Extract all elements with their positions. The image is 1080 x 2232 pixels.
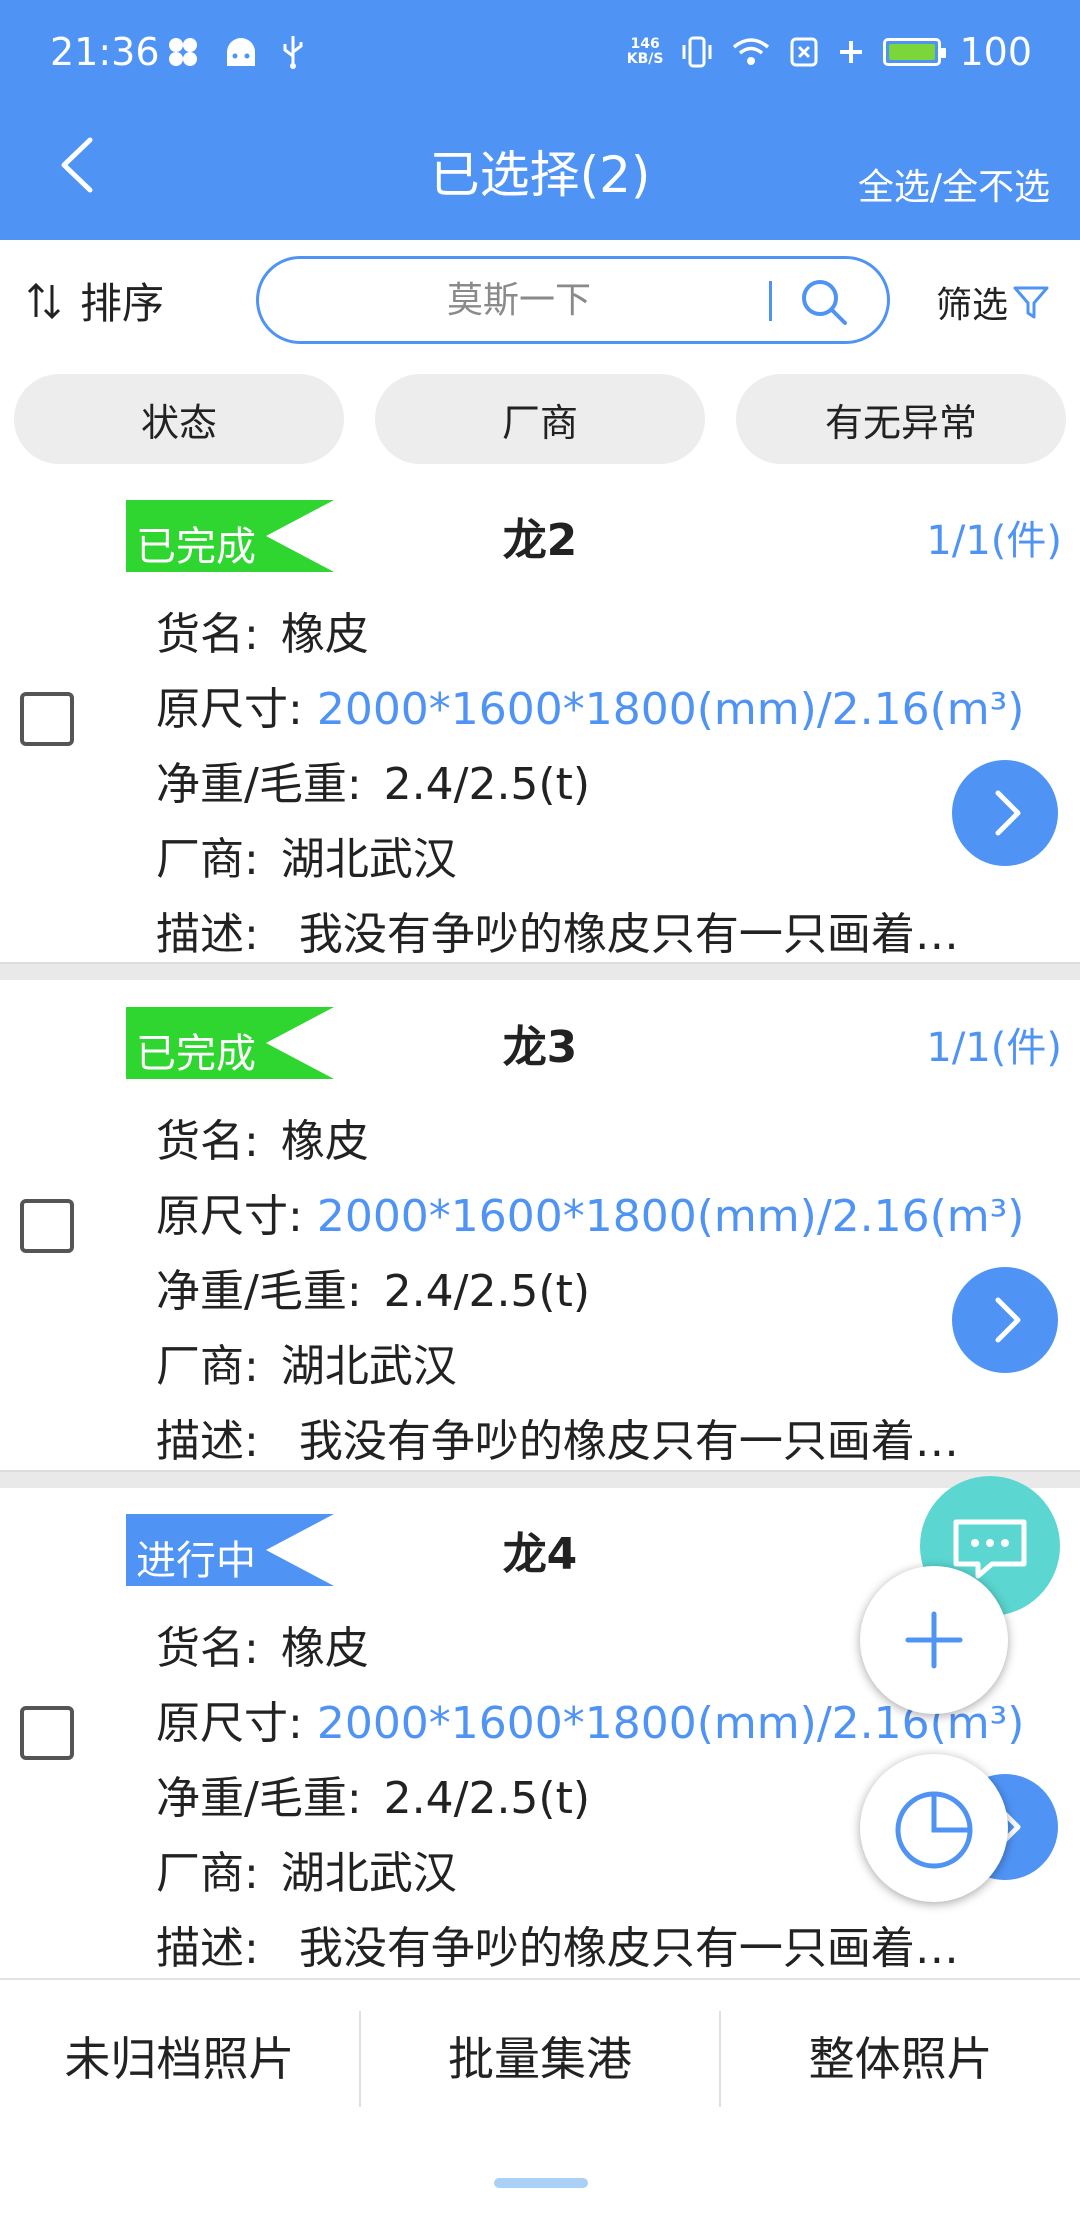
select-checkbox[interactable] — [20, 1199, 74, 1253]
piece-count: 1/1(件) — [926, 1025, 1062, 1071]
vendor-row: 厂商: 湖北武汉 — [156, 1848, 457, 1899]
status-right-icons: 146 KB/S 100 — [627, 30, 1032, 74]
vendor-row: 厂商: 湖北武汉 — [156, 1341, 457, 1392]
detail-button[interactable] — [952, 1267, 1058, 1373]
goods-row: 货名: 橡皮 — [156, 1623, 369, 1674]
android-icon — [227, 38, 255, 66]
chevron-right-icon — [995, 790, 1021, 836]
goods-row: 货名: 橡皮 — [156, 1116, 369, 1167]
vibrate-icon — [682, 36, 712, 68]
card-divider — [0, 1470, 1080, 1488]
chip-abnormal[interactable]: 有无异常 — [736, 374, 1066, 464]
plus-icon — [905, 1611, 963, 1669]
weight-row: 净重/毛重: 2.4/2.5(t) — [156, 1773, 591, 1824]
filter-chips: 状态 厂商 有无异常 — [14, 374, 1066, 464]
search-input[interactable] — [289, 275, 749, 325]
desc-row: 描述:我没有争吵的橡皮只有一只画着小红花的铅笔 — [156, 1416, 999, 1467]
cargo-card[interactable]: 已完成 龙3 1/1(件) 货名: 橡皮 原尺寸: 2000*1600*1800(… — [0, 993, 1080, 1491]
detail-button[interactable] — [952, 760, 1058, 866]
weight-row: 净重/毛重: 2.4/2.5(t) — [156, 759, 591, 810]
card-divider — [0, 962, 1080, 980]
select-all-button[interactable]: 全选/全不选 — [858, 158, 1050, 210]
network-speed: 146 KB/S — [626, 36, 664, 67]
search-icon[interactable] — [797, 275, 851, 329]
search-divider — [769, 281, 772, 321]
cargo-name: 龙3 — [502, 1022, 578, 1073]
size-row: 原尺寸: 2000*1600*1800(mm)/2.16(m³) — [156, 684, 1025, 735]
status-bar: 21:36 146 KB/S 100 — [0, 0, 1080, 110]
battery-icon — [883, 38, 947, 66]
sort-label: 排序 — [80, 279, 165, 328]
vendor-row: 厂商: 湖北武汉 — [156, 834, 457, 885]
desc-row: 描述:我没有争吵的橡皮只有一只画着小红花的铅笔 — [156, 1923, 999, 1974]
usb-icon — [283, 36, 303, 69]
sort-button[interactable]: 排序 — [26, 270, 164, 331]
chip-status[interactable]: 状态 — [14, 374, 344, 464]
chevron-right-icon — [995, 1297, 1021, 1343]
cargo-card[interactable]: 已完成 龙2 1/1(件) 货名: 橡皮 原尺寸: 2000*1600*1800(… — [0, 486, 1080, 984]
statistics-button[interactable] — [860, 1754, 1008, 1902]
desc-row: 描述:我没有争吵的橡皮只有一只画着小红花的铅笔 — [156, 909, 999, 960]
select-checkbox[interactable] — [20, 692, 74, 746]
filter-button[interactable]: 筛选 — [936, 276, 1050, 328]
add-button[interactable] — [860, 1566, 1008, 1714]
overall-photos-button[interactable]: 整体照片 — [721, 2011, 1080, 2107]
size-row: 原尺寸: 2000*1600*1800(mm)/2.16(m³) — [156, 1191, 1025, 1242]
search-box[interactable] — [256, 256, 890, 344]
plus-icon — [840, 41, 863, 63]
weight-row: 净重/毛重: 2.4/2.5(t) — [156, 1266, 591, 1317]
flower-icon — [169, 38, 197, 66]
cargo-name: 龙2 — [502, 515, 578, 566]
bottom-action-bar: 未归档照片 批量集港 整体照片 — [0, 1978, 1080, 2138]
batch-port-button[interactable]: 批量集港 — [361, 2011, 720, 2107]
pie-chart-icon — [895, 1791, 973, 1869]
goods-row: 货名: 橡皮 — [156, 609, 369, 660]
wifi-icon — [733, 38, 770, 65]
status-left-icons — [165, 34, 305, 70]
app-header: 21:36 146 KB/S 100 已选择(2) 全选/全不选 — [0, 0, 1080, 240]
battery-level: 100 — [959, 30, 1032, 74]
piece-count: 1/1(件) — [926, 518, 1062, 564]
status-time: 21:36 — [50, 30, 160, 74]
home-indicator[interactable] — [494, 2178, 588, 2188]
filter-label: 筛选 — [935, 285, 1008, 326]
chip-vendor[interactable]: 厂商 — [375, 374, 705, 464]
sim-icon — [790, 37, 818, 67]
unarchived-photos-button[interactable]: 未归档照片 — [0, 2011, 359, 2107]
funnel-icon — [1013, 286, 1049, 319]
sort-icon — [27, 282, 61, 319]
select-checkbox[interactable] — [20, 1706, 74, 1760]
